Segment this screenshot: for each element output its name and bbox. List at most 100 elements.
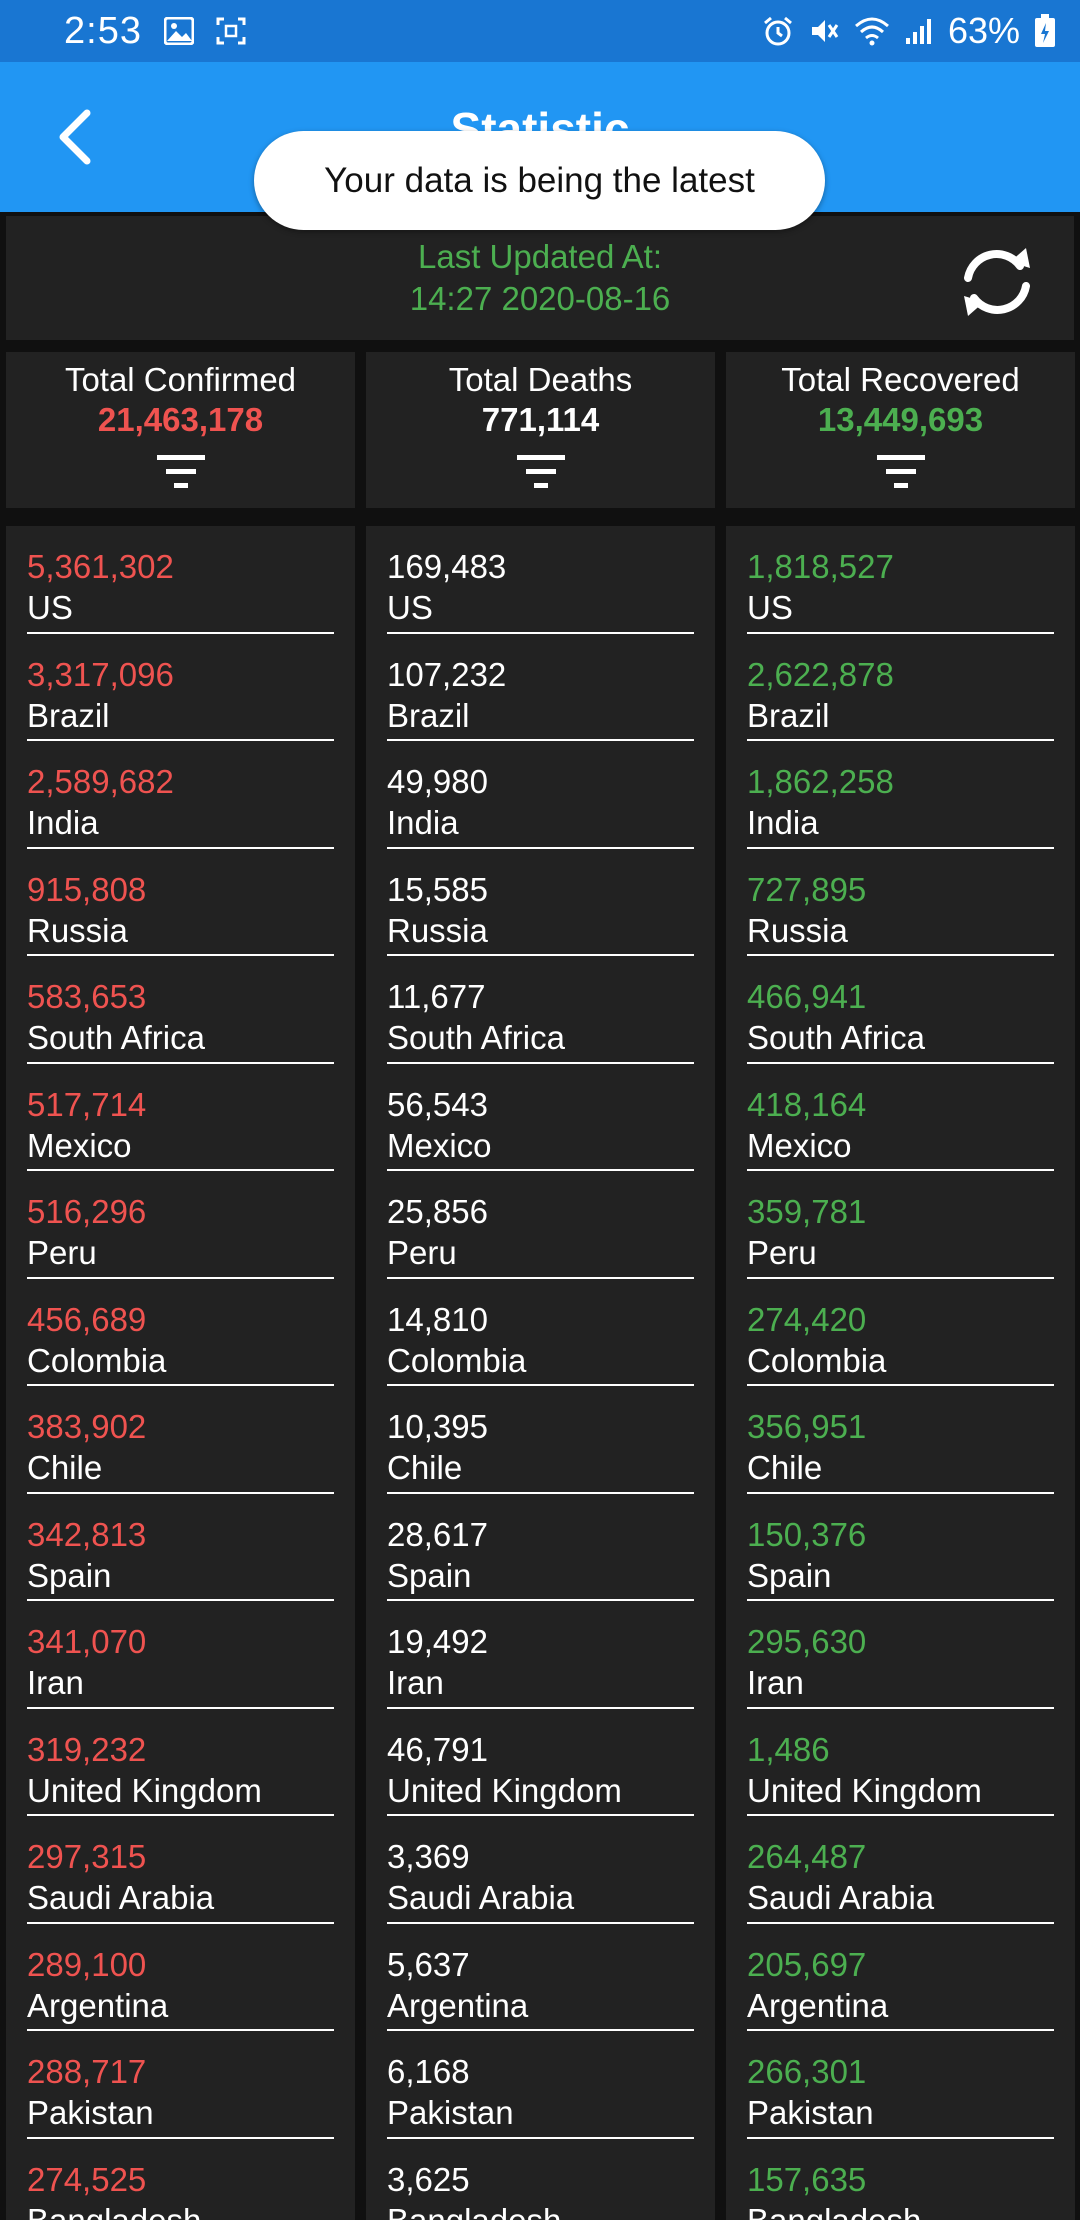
confirmed-list[interactable]: 5,361,302 US 3,317,096 Brazil 2,589,682 India… (6, 526, 355, 2220)
list-item-value: 6,168 (387, 2053, 470, 2090)
list-item-country: Russia (387, 911, 488, 949)
last-updated-timestamp: 14:27 2020-08-16 (409, 280, 671, 317)
list-item[interactable]: 295,630 Iran (747, 1601, 1054, 1709)
refresh-button[interactable] (954, 244, 1040, 320)
list-item-value: 1,486 (747, 1730, 830, 1768)
list-item-value: 274,420 (747, 1300, 867, 1338)
list-item[interactable]: 274,525 Bangladesh (27, 2139, 334, 2220)
list-item[interactable]: 3,369 Saudi Arabia (387, 1816, 694, 1924)
list-item[interactable]: 264,487 Saudi Arabia (747, 1816, 1054, 1924)
total-confirmed-card: Total Confirmed 21,463,178 (6, 352, 355, 508)
list-item[interactable]: 205,697 Argentina (747, 1924, 1054, 2031)
list-item-country: Bangladesh (387, 2201, 562, 2220)
status-time: 2:53 (64, 9, 142, 52)
totals-row: Total Confirmed 21,463,178 Total Deaths … (6, 352, 1075, 508)
list-item-value: 1,818,527 (747, 548, 894, 585)
list-item-value: 3,317,096 (27, 655, 174, 693)
list-item[interactable]: 14,810 Colombia (387, 1279, 694, 1386)
list-item[interactable]: 289,100 Argentina (27, 1924, 334, 2031)
alarm-icon (762, 15, 794, 47)
list-item-value: 205,697 (747, 1945, 867, 1983)
list-item[interactable]: 466,941 South Africa (747, 956, 1054, 1064)
list-item[interactable]: 10,395 Chile (387, 1386, 694, 1494)
list-item-country: Saudi Arabia (387, 1879, 575, 1916)
list-item[interactable]: 56,543 Mexico (387, 1064, 694, 1171)
list-item-country: South Africa (27, 1019, 205, 1056)
list-item-value: 359,781 (747, 1193, 867, 1230)
list-item[interactable]: 297,315 Saudi Arabia (27, 1816, 334, 1924)
list-item[interactable]: 341,070 Iran (27, 1601, 334, 1709)
list-item[interactable]: 1,486 United Kingdom (747, 1709, 1054, 1816)
list-item[interactable]: 46,791 United Kingdom (387, 1709, 694, 1816)
last-updated-text: Last Updated At: 14:27 2020-08-16 (6, 236, 1074, 320)
list-item[interactable]: 1,862,258 India (747, 741, 1054, 849)
list-item-country: Iran (387, 1664, 444, 1701)
list-item-value: 727,895 (747, 870, 867, 908)
list-item[interactable]: 359,781 Peru (747, 1171, 1054, 1279)
list-item[interactable]: 2,589,682 India (27, 741, 334, 849)
list-item-country: US (747, 589, 793, 626)
wifi-icon (854, 16, 890, 46)
deaths-list[interactable]: 169,483 US 107,232 Brazil 49,980 India 15,585 R… (366, 526, 715, 2220)
list-item[interactable]: 49,980 India (387, 741, 694, 849)
list-item[interactable]: 6,168 Pakistan (387, 2031, 694, 2139)
list-item[interactable]: 517,714 Mexico (27, 1064, 334, 1171)
list-item-value: 517,714 (27, 1085, 147, 1123)
list-item-country: South Africa (387, 1019, 565, 1056)
list-item[interactable]: 418,164 Mexico (747, 1064, 1054, 1171)
list-item-country: Spain (747, 1556, 832, 1594)
list-item[interactable]: 1,818,527 US (747, 526, 1054, 634)
sort-recovered-button[interactable] (875, 452, 927, 492)
list-item-value: 341,070 (27, 1623, 147, 1660)
total-deaths-card: Total Deaths 771,114 (366, 352, 715, 508)
list-item-country: US (27, 589, 73, 626)
list-item[interactable]: 150,376 Spain (747, 1494, 1054, 1601)
list-item-country: Spain (387, 1556, 472, 1594)
sort-deaths-button[interactable] (515, 452, 567, 492)
last-updated-card: Last Updated At: 14:27 2020-08-16 (6, 216, 1074, 340)
filter-icon (156, 455, 205, 488)
list-item[interactable]: 25,856 Peru (387, 1171, 694, 1279)
list-item[interactable]: 383,902 Chile (27, 1386, 334, 1494)
list-item-value: 583,653 (27, 978, 147, 1015)
list-item[interactable]: 5,361,302 US (27, 526, 334, 634)
list-item-value: 264,487 (747, 1838, 867, 1875)
list-item[interactable]: 274,420 Colombia (747, 1279, 1054, 1386)
list-item[interactable]: 2,622,878 Brazil (747, 634, 1054, 741)
list-item[interactable]: 107,232 Brazil (387, 634, 694, 741)
list-item[interactable]: 456,689 Colombia (27, 1279, 334, 1386)
list-item-country: Iran (27, 1664, 84, 1701)
total-deaths-label: Total Deaths (448, 361, 633, 398)
list-item[interactable]: 915,808 Russia (27, 849, 334, 956)
list-item-value: 288,717 (27, 2053, 147, 2090)
list-item[interactable]: 11,677 South Africa (387, 956, 694, 1064)
list-item[interactable]: 583,653 South Africa (27, 956, 334, 1064)
list-item-country: Colombia (27, 1341, 167, 1379)
signal-icon (904, 16, 934, 46)
list-item-value: 5,637 (387, 1945, 470, 1983)
list-item[interactable]: 516,296 Peru (27, 1171, 334, 1279)
list-item[interactable]: 169,483 US (387, 526, 694, 634)
sort-confirmed-button[interactable] (155, 452, 207, 492)
list-item[interactable]: 15,585 Russia (387, 849, 694, 956)
list-item[interactable]: 288,717 Pakistan (27, 2031, 334, 2139)
list-item[interactable]: 3,317,096 Brazil (27, 634, 334, 741)
list-item[interactable]: 727,895 Russia (747, 849, 1054, 956)
list-item[interactable]: 157,635 Bangladesh (747, 2139, 1054, 2220)
list-item[interactable]: 5,637 Argentina (387, 1924, 694, 2031)
list-item[interactable]: 342,813 Spain (27, 1494, 334, 1601)
list-item[interactable]: 3,625 Bangladesh (387, 2139, 694, 2220)
list-item-country: Saudi Arabia (747, 1879, 935, 1916)
recovered-list[interactable]: 1,818,527 US 2,622,878 Brazil 1,862,258 India… (726, 526, 1075, 2220)
list-item[interactable]: 319,232 United Kingdom (27, 1709, 334, 1816)
list-item-value: 46,791 (387, 1730, 488, 1768)
list-item[interactable]: 356,951 Chile (747, 1386, 1054, 1494)
list-item[interactable]: 19,492 Iran (387, 1601, 694, 1709)
list-item[interactable]: 266,301 Pakistan (747, 2031, 1054, 2139)
list-item-country: Colombia (747, 1341, 887, 1379)
list-item-value: 297,315 (27, 1838, 147, 1875)
list-item[interactable]: 28,617 Spain (387, 1494, 694, 1601)
total-deaths-value: 771,114 (481, 401, 600, 438)
list-item-value: 2,622,878 (747, 655, 894, 693)
total-confirmed-label: Total Confirmed (64, 361, 297, 398)
